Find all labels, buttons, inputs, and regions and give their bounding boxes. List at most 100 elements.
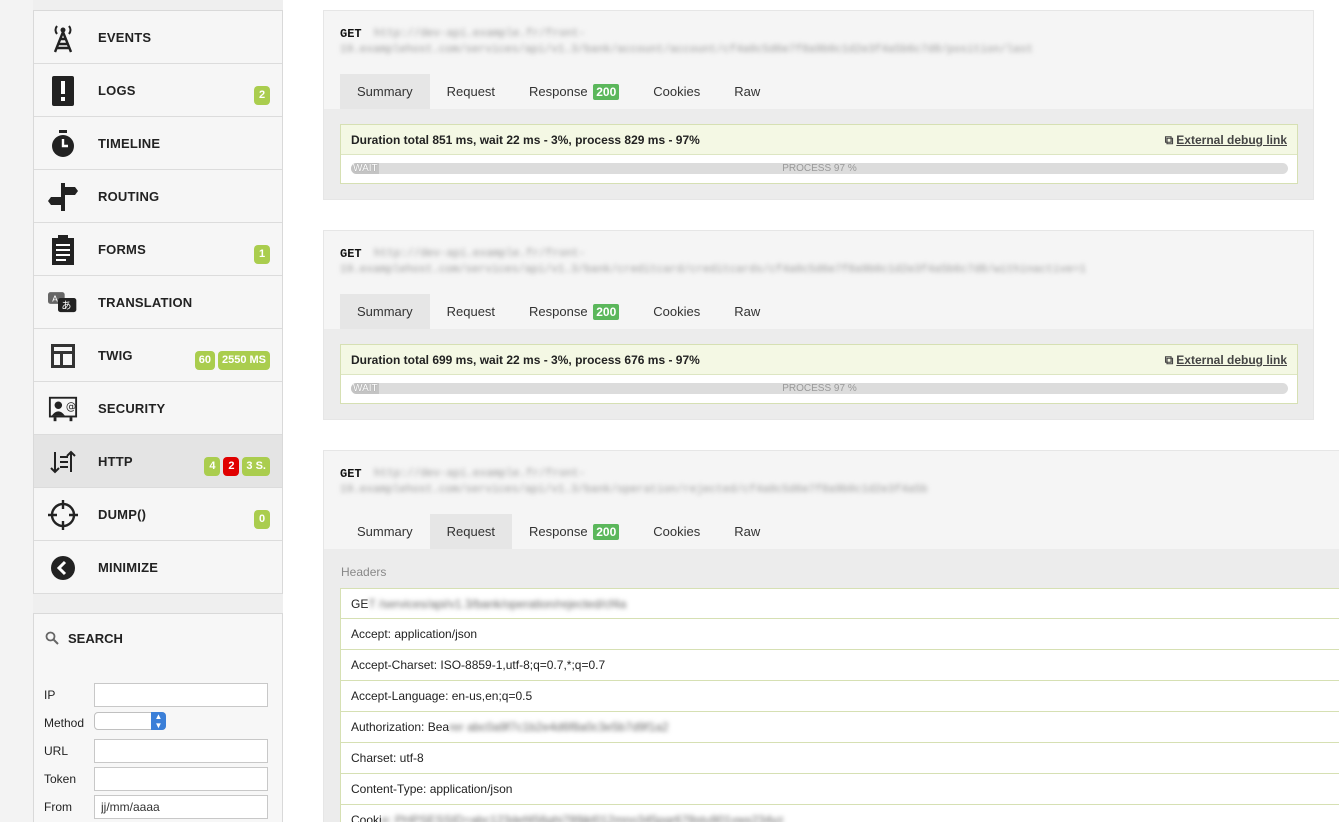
sidebar-item-security[interactable]: @ SECURITY <box>34 382 282 435</box>
status-badge: 200 <box>593 304 620 320</box>
sidebar-item-label: TIMELINE <box>98 136 161 151</box>
from-input[interactable] <box>94 795 268 819</box>
header-row: GET /services/api/v1.3/bank/operation/re… <box>340 588 1339 619</box>
header-text: Accept-Language: en-us,en;q=0.5 <box>351 689 533 703</box>
timing-bar: WAIT PROCESS 97 % <box>351 383 1288 394</box>
method-label: Method <box>44 716 85 730</box>
search-title: SEARCH <box>68 631 123 646</box>
request-tabs: Summary Request Response 200 Cookies Raw <box>340 514 777 549</box>
tab-cookies[interactable]: Cookies <box>636 514 717 549</box>
sidebar-item-routing[interactable]: ROUTING <box>34 170 282 223</box>
tab-summary[interactable]: Summary <box>340 294 430 329</box>
from-label: From <box>44 800 72 814</box>
header-row: Cookie: PHPSESSID=abc123def456ghi789jkl0… <box>340 805 1339 822</box>
twig-time-badge: 2550 MS <box>217 351 270 370</box>
request-url-blurred: 19.examplehost.com/services/api/v1.3/ban… <box>340 44 1034 56</box>
profiler-sidebar: EVENTS LOGS 2 TIMELINE ROUTING FORMS 1 A… <box>33 0 283 822</box>
header-row: Authorization: Bearer abc0a9f7c1b2e4d6f8… <box>340 712 1339 743</box>
antenna-icon <box>48 23 78 53</box>
tab-label: Response <box>529 304 588 319</box>
tab-label: Response <box>529 84 588 99</box>
logs-count-badge: 2 <box>254 86 270 105</box>
headers-title: Headers <box>341 565 387 579</box>
request-tabs: Summary Request Response 200 Cookies Raw <box>340 294 777 329</box>
method-row: Method ▲ ▼ <box>44 712 274 736</box>
sidebar-item-timeline[interactable]: TIMELINE <box>34 117 282 170</box>
header-row: Charset: utf-8 <box>340 743 1339 774</box>
sidebar-item-dump[interactable]: DUMP() 0 <box>34 488 282 541</box>
summary-tab-body: Duration total 699 ms, wait 22 ms - 3%, … <box>324 329 1313 419</box>
url-input[interactable] <box>94 739 268 763</box>
dump-count-badge: 0 <box>254 510 270 529</box>
header-text: Authorization: Bea <box>351 720 450 734</box>
request-panel: GET http://dev-api.example.fr/front- 19.… <box>323 450 1339 822</box>
duration-summary: Duration total 851 ms, wait 22 ms - 3%, … <box>351 133 700 147</box>
sidebar-item-http[interactable]: HTTP 4 2 3 S. <box>34 435 282 488</box>
tab-raw[interactable]: Raw <box>717 74 777 109</box>
tab-cookies[interactable]: Cookies <box>636 74 717 109</box>
http-time-badge: 3 S. <box>242 457 270 476</box>
tab-summary[interactable]: Summary <box>340 74 430 109</box>
tab-summary[interactable]: Summary <box>340 514 430 549</box>
method-select[interactable]: ▲ ▼ <box>94 712 166 730</box>
select-arrows-icon: ▲ ▼ <box>151 712 166 730</box>
header-text: GE <box>351 597 369 611</box>
header-text-blurred: e: PHPSESSID=abc123def456ghi789jkl012mno… <box>381 813 784 822</box>
external-debug-link[interactable]: ⧉ External debug link <box>1165 353 1287 368</box>
tab-request[interactable]: Request <box>429 514 513 549</box>
sidebar-item-events[interactable]: EVENTS <box>34 11 282 64</box>
tab-response[interactable]: Response 200 <box>512 74 636 109</box>
ip-input[interactable] <box>94 683 268 707</box>
debug-link-label: External debug link <box>1176 133 1287 147</box>
layout-icon <box>48 341 78 371</box>
search-icon <box>45 631 59 648</box>
tab-raw[interactable]: Raw <box>717 514 777 549</box>
logs-badges: 2 <box>254 86 270 105</box>
summary-header: Duration total 851 ms, wait 22 ms - 3%, … <box>341 125 1297 155</box>
signpost-icon <box>48 182 78 212</box>
exclamation-icon <box>48 76 78 106</box>
chevron-left-icon <box>48 553 78 583</box>
header-text: Content-Type: application/json <box>351 782 513 796</box>
request-panel: GET http://dev-api.example.fr/front- 19.… <box>323 10 1314 200</box>
status-badge: 200 <box>593 84 620 100</box>
url-row: URL <box>44 739 274 763</box>
header-text: Cooki <box>351 813 382 822</box>
ip-label: IP <box>44 688 56 702</box>
summary-box: Duration total 851 ms, wait 22 ms - 3%, … <box>340 124 1298 184</box>
twig-count-badge: 60 <box>194 351 215 370</box>
process-label: PROCESS 97 % <box>782 383 857 394</box>
status-badge: 200 <box>593 524 620 540</box>
tab-request[interactable]: Request <box>430 294 512 329</box>
sidebar-item-translation[interactable]: Aあ TRANSLATION <box>34 276 282 329</box>
sidebar-item-forms[interactable]: FORMS 1 <box>34 223 282 276</box>
crosshair-icon <box>48 500 78 530</box>
sidebar-item-twig[interactable]: TWIG 60 2550 MS <box>34 329 282 382</box>
search-panel: SEARCH IP Method ▲ ▼ URL Token From <box>33 613 283 822</box>
sidebar-item-label: MINIMIZE <box>98 560 159 575</box>
external-link-icon: ⧉ <box>1164 133 1174 147</box>
tab-response[interactable]: Response 200 <box>512 514 636 549</box>
header-text-blurred: rer abc0a9f7c1b2e4d6f8a0c3e5b7d9f1a2 <box>449 720 669 734</box>
token-row: Token <box>44 767 274 791</box>
sidebar-item-logs[interactable]: LOGS 2 <box>34 64 282 117</box>
tab-response[interactable]: Response 200 <box>512 294 636 329</box>
ip-row: IP <box>44 683 274 707</box>
header-row: Accept-Language: en-us,en;q=0.5 <box>340 681 1339 712</box>
translation-icon: Aあ <box>48 288 78 318</box>
token-input[interactable] <box>94 767 268 791</box>
http-error-badge: 2 <box>223 457 240 476</box>
tab-request[interactable]: Request <box>430 74 512 109</box>
external-debug-link[interactable]: ⧉ External debug link <box>1165 133 1287 148</box>
forms-badges: 1 <box>254 245 270 264</box>
tab-raw[interactable]: Raw <box>717 294 777 329</box>
tab-cookies[interactable]: Cookies <box>636 294 717 329</box>
request-method: GET <box>340 467 362 481</box>
sidebar-item-label: FORMS <box>98 242 146 257</box>
forms-count-badge: 1 <box>254 245 270 264</box>
panel-menu: EVENTS LOGS 2 TIMELINE ROUTING FORMS 1 A… <box>33 10 283 594</box>
sidebar-item-minimize[interactable]: MINIMIZE <box>34 541 282 594</box>
token-label: Token <box>44 772 77 786</box>
left-gutter <box>0 0 33 822</box>
url-label: URL <box>44 744 69 758</box>
